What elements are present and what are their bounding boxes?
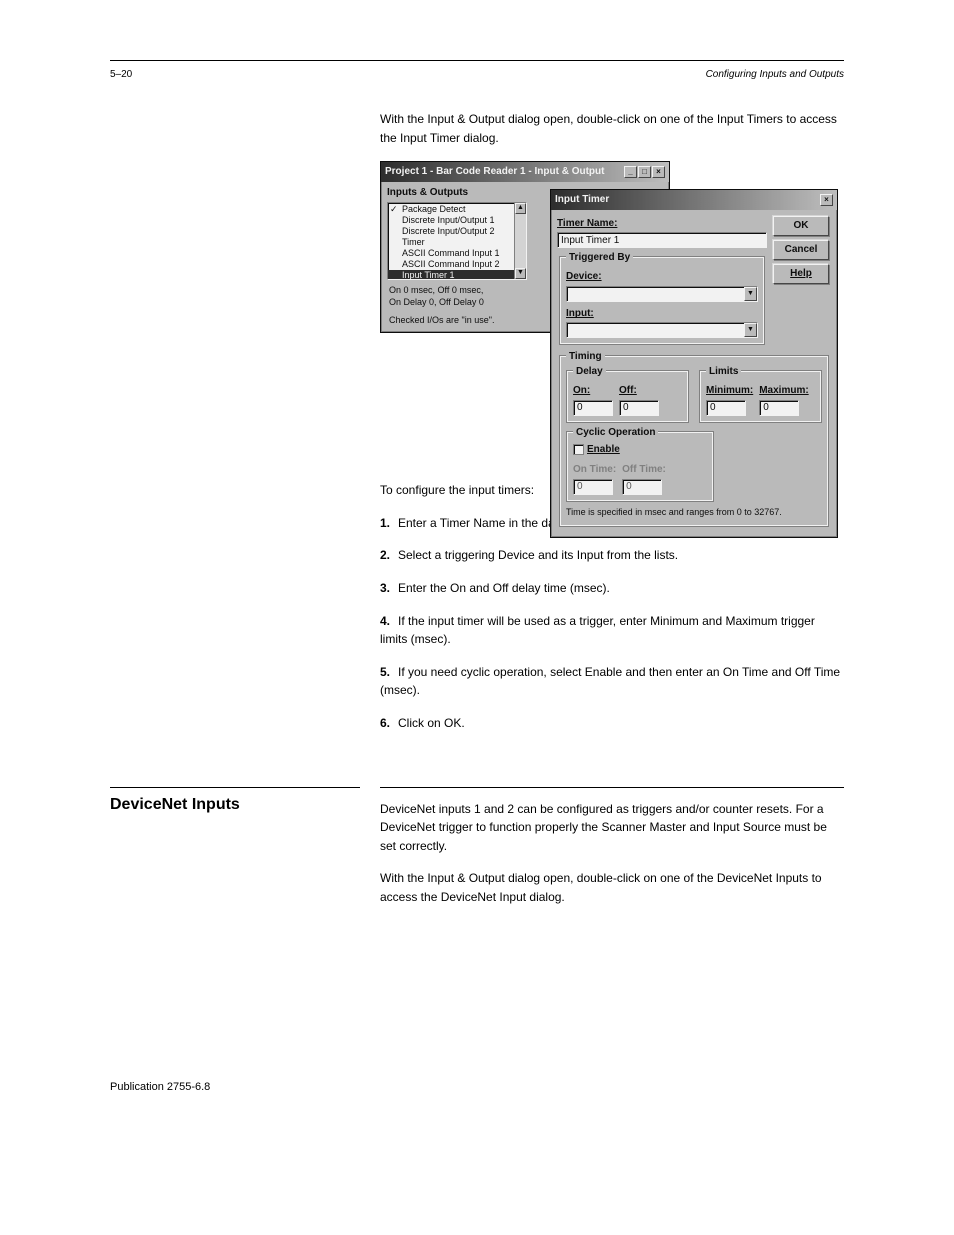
chevron-down-icon[interactable]: ▼ (744, 287, 757, 301)
triggered-by-group: Triggered By (566, 250, 633, 266)
help-button[interactable]: Help (773, 264, 829, 284)
scroll-up-icon[interactable]: ▲ (515, 203, 526, 214)
scrollbar[interactable]: ▲ ▼ (514, 203, 526, 279)
enable-label: Enable (587, 444, 620, 455)
off-time-label: Off Time: (622, 462, 666, 478)
on-time-input (573, 479, 613, 495)
device-label: Device: (566, 269, 758, 285)
input-label: Input: (566, 306, 758, 322)
input-select[interactable] (566, 322, 758, 338)
list-item[interactable]: Discrete Input/Output 1 (388, 215, 526, 226)
screenshot-figure: Project 1 - Bar Code Reader 1 - Input & … (380, 161, 840, 461)
minimize-icon[interactable]: _ (624, 166, 637, 178)
section-heading: DeviceNet Inputs (110, 796, 360, 814)
minimum-label: Minimum: (706, 383, 753, 399)
intro-paragraph: With the Input & Output dialog open, dou… (380, 110, 844, 147)
list-item[interactable]: Discrete Input/Output 2 (388, 226, 526, 237)
cyclic-group: Cyclic Operation (573, 425, 658, 441)
page-section-title: Configuring Inputs and Outputs (706, 69, 844, 80)
on-delay-label: On: (573, 383, 613, 399)
delay-group: Delay (573, 364, 606, 380)
off-delay-label: Off: (619, 383, 659, 399)
step-number: 4. (380, 612, 398, 631)
device-select[interactable] (566, 286, 758, 302)
list-item[interactable]: Package Detect (388, 204, 526, 215)
ok-button[interactable]: OK (773, 216, 829, 236)
section-paragraph: With the Input & Output dialog open, dou… (380, 869, 844, 906)
page-number: 5–20 (110, 69, 132, 80)
chevron-down-icon[interactable]: ▼ (744, 323, 757, 337)
step-number: 5. (380, 663, 398, 682)
off-time-input (622, 479, 662, 495)
step-number: 2. (380, 546, 398, 565)
close-icon[interactable]: × (820, 194, 833, 206)
minimum-input[interactable] (706, 400, 746, 416)
maximum-input[interactable] (759, 400, 799, 416)
cancel-button[interactable]: Cancel (773, 240, 829, 260)
section-paragraph: DeviceNet inputs 1 and 2 can be configur… (380, 800, 844, 856)
on-time-label: On Time: (573, 462, 616, 478)
timer-name-label: Timer Name: (557, 216, 767, 232)
close-icon[interactable]: × (652, 166, 665, 178)
window-title: Project 1 - Bar Code Reader 1 - Input & … (385, 164, 624, 180)
scroll-down-icon[interactable]: ▼ (515, 268, 526, 279)
enable-checkbox[interactable] (573, 444, 584, 455)
list-item-selected[interactable]: Input Timer 1 (388, 270, 526, 280)
step-number: 3. (380, 579, 398, 598)
on-delay-input[interactable] (573, 400, 613, 416)
list-item[interactable]: ASCII Command Input 1 (388, 248, 526, 259)
dialog-title: Input Timer (555, 192, 820, 208)
step-text: Enter the On and Off delay time (msec). (398, 581, 610, 595)
maximum-label: Maximum: (759, 383, 808, 399)
timing-hint: Time is specified in msec and ranges fro… (566, 506, 822, 520)
step-text: If you need cyclic operation, select Ena… (380, 665, 840, 698)
limits-group: Limits (706, 364, 741, 380)
list-item[interactable]: Timer (388, 237, 526, 248)
io-listbox[interactable]: Package Detect Discrete Input/Output 1 D… (387, 202, 527, 280)
maximize-icon[interactable]: □ (638, 166, 651, 178)
timing-group: Timing (566, 349, 605, 365)
step-number: 6. (380, 714, 398, 733)
step-number: 1. (380, 514, 398, 533)
step-text: If the input timer will be used as a tri… (380, 614, 815, 647)
publication-footer: Publication 2755-6.8 (110, 1081, 844, 1093)
off-delay-input[interactable] (619, 400, 659, 416)
step-text: Select a triggering Device and its Input… (398, 548, 678, 562)
timer-name-input[interactable] (557, 232, 767, 248)
list-item[interactable]: ASCII Command Input 2 (388, 259, 526, 270)
step-text: Click on OK. (398, 716, 465, 730)
